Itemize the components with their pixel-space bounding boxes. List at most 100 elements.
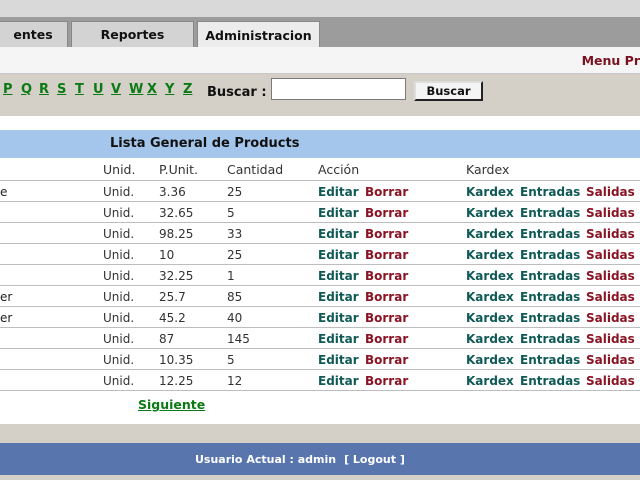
header-cantidad: Cantidad [227, 162, 284, 177]
kardex-link[interactable]: Kardex [466, 248, 514, 262]
edit-link[interactable]: Editar [318, 332, 359, 346]
logout-link[interactable]: [ Logout ] [344, 453, 405, 466]
letter-filter-link[interactable]: Z [183, 82, 201, 97]
kardex-link[interactable]: Kardex [466, 185, 514, 199]
entradas-link[interactable]: Entradas [520, 248, 580, 262]
salidas-link[interactable]: Salidas [586, 206, 635, 220]
tab-clientes[interactable]: entes [0, 21, 68, 47]
search-button[interactable]: Buscar [414, 81, 483, 101]
delete-link[interactable]: Borrar [365, 311, 408, 325]
product-quantity: 40 [227, 311, 243, 325]
edit-link[interactable]: Editar [318, 290, 359, 304]
salidas-link[interactable]: Salidas [586, 311, 635, 325]
table-row: Unid. 32.65 5 Editar Borrar Kardex Entradas Sal… [0, 202, 640, 223]
delete-link[interactable]: Borrar [365, 353, 408, 367]
table-row: Unid. 10 25 Editar Borrar Kardex Entradas Salid… [0, 244, 640, 265]
product-unit: Unid. [103, 332, 135, 346]
delete-link[interactable]: Borrar [365, 269, 408, 283]
kardex-link[interactable]: Kardex [466, 353, 514, 367]
edit-link[interactable]: Editar [318, 374, 359, 388]
entradas-link[interactable]: Entradas [520, 353, 580, 367]
kardex-link[interactable]: Kardex [466, 374, 514, 388]
entradas-link[interactable]: Entradas [520, 332, 580, 346]
delete-link[interactable]: Borrar [365, 290, 408, 304]
letter-filter-link[interactable]: U [93, 82, 111, 97]
edit-link[interactable]: Editar [318, 227, 359, 241]
kardex-link[interactable]: Kardex [466, 311, 514, 325]
table-row: Unid. 87 145 Editar Borrar Kardex Entradas Sali… [0, 328, 640, 349]
kardex-link[interactable]: Kardex [466, 332, 514, 346]
table-row: Unid. 12.25 12 Editar Borrar Kardex Entradas Sa… [0, 370, 640, 391]
product-unit: Unid. [103, 269, 135, 283]
salidas-link[interactable]: Salidas [586, 374, 635, 388]
product-unit: Unid. [103, 185, 135, 199]
list-title-bar: Lista General de Products [0, 130, 640, 158]
entradas-link[interactable]: Entradas [520, 311, 580, 325]
salidas-link[interactable]: Salidas [586, 248, 635, 262]
edit-link[interactable]: Editar [318, 248, 359, 262]
letter-filter-link[interactable]: V [111, 82, 129, 97]
delete-link[interactable]: Borrar [365, 248, 408, 262]
salidas-link[interactable]: Salidas [586, 227, 635, 241]
product-unit: Unid. [103, 311, 135, 325]
entradas-link[interactable]: Entradas [520, 185, 580, 199]
letter-filter-link[interactable]: Y [165, 82, 183, 97]
search-input[interactable] [271, 78, 406, 100]
tab-reportes[interactable]: Reportes [71, 21, 194, 47]
next-page-link[interactable]: Siguiente [138, 397, 205, 412]
table-row: er Unid. 45.2 40 Editar Borrar Kardex Entradas S… [0, 307, 640, 328]
entradas-link[interactable]: Entradas [520, 227, 580, 241]
letter-filter-link[interactable]: R [39, 82, 57, 97]
product-unit-price: 32.65 [159, 206, 194, 220]
letter-filter-link[interactable]: X [147, 82, 165, 97]
alphabet-filter: PQRSTUVWXYZ [3, 82, 201, 97]
edit-link[interactable]: Editar [318, 311, 359, 325]
kardex-link[interactable]: Kardex [466, 290, 514, 304]
product-unit: Unid. [103, 290, 135, 304]
entradas-link[interactable]: Entradas [520, 269, 580, 283]
salidas-link[interactable]: Salidas [586, 269, 635, 283]
product-unit-price: 32.25 [159, 269, 194, 283]
salidas-link[interactable]: Salidas [586, 290, 635, 304]
delete-link[interactable]: Borrar [365, 206, 408, 220]
product-unit-price: 10 [159, 248, 175, 262]
product-name: er [0, 311, 13, 325]
product-quantity: 1 [227, 269, 235, 283]
product-list-panel: Lista General de Products Unid. P.Unit. … [0, 116, 640, 424]
delete-link[interactable]: Borrar [365, 374, 408, 388]
tab-administracion[interactable]: Administracion [197, 21, 320, 48]
edit-link[interactable]: Editar [318, 206, 359, 220]
entradas-link[interactable]: Entradas [520, 290, 580, 304]
letter-filter-link[interactable]: W [129, 82, 147, 97]
product-quantity: 25 [227, 185, 243, 199]
menu-principal-link[interactable]: Menu Pr [582, 53, 640, 68]
table-row: e Unid. 3.36 25 Editar Borrar Kardex Entradas Sa… [0, 181, 640, 202]
edit-link[interactable]: Editar [318, 353, 359, 367]
edit-link[interactable]: Editar [318, 269, 359, 283]
edit-link[interactable]: Editar [318, 185, 359, 199]
kardex-link[interactable]: Kardex [466, 206, 514, 220]
product-quantity: 5 [227, 206, 235, 220]
product-name: er [0, 290, 13, 304]
letter-filter-link[interactable]: Q [21, 82, 39, 97]
letter-filter-link[interactable]: P [3, 82, 21, 97]
product-unit-price: 87 [159, 332, 175, 346]
salidas-link[interactable]: Salidas [586, 332, 635, 346]
table-row: Unid. 10.35 5 Editar Borrar Kardex Entradas Sal… [0, 349, 640, 370]
kardex-link[interactable]: Kardex [466, 227, 514, 241]
entradas-link[interactable]: Entradas [520, 206, 580, 220]
kardex-link[interactable]: Kardex [466, 269, 514, 283]
delete-link[interactable]: Borrar [365, 185, 408, 199]
salidas-link[interactable]: Salidas [586, 185, 635, 199]
letter-filter-link[interactable]: T [75, 82, 93, 97]
product-name: e [0, 185, 8, 199]
product-unit: Unid. [103, 206, 135, 220]
tab-bar: entes Reportes Administracion [0, 17, 640, 48]
salidas-link[interactable]: Salidas [586, 353, 635, 367]
header-punit: P.Unit. [159, 162, 198, 177]
delete-link[interactable]: Borrar [365, 227, 408, 241]
letter-filter-link[interactable]: S [57, 82, 75, 97]
delete-link[interactable]: Borrar [365, 332, 408, 346]
entradas-link[interactable]: Entradas [520, 374, 580, 388]
product-unit-price: 45.2 [159, 311, 186, 325]
